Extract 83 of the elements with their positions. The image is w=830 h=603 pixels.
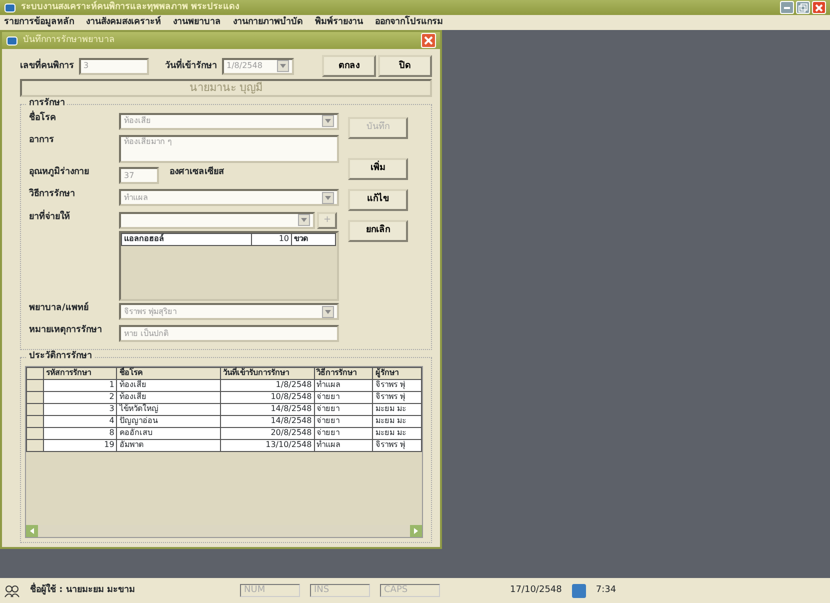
table-cell: มะยม มะ: [372, 415, 422, 427]
table-cell: จิราพร พุ่: [372, 379, 422, 391]
user-label: ชื่อผู้ใช้ : นายมะยม มะขาม: [30, 585, 230, 596]
table-cell: 10: [252, 233, 292, 246]
scroll-left-icon: [26, 525, 38, 537]
menu-item[interactable]: งานพยาบาล: [173, 17, 221, 28]
close-button[interactable]: [421, 33, 436, 48]
table-cell: 14/8/2548: [220, 403, 314, 415]
table-cell: 19: [43, 439, 117, 451]
menu-item[interactable]: ออกจากโปรแกรม: [375, 17, 443, 28]
form-icon: [6, 34, 18, 46]
patient-name: นายมานะ บุญมี: [20, 79, 432, 98]
table-cell: 10/8/2548: [220, 391, 314, 403]
column-header: วิธีการรักษา: [314, 367, 373, 379]
column-header: ชื่อโรค: [116, 367, 221, 379]
dialog-title: บันทึกการรักษาพยาบาล: [23, 35, 115, 46]
scroll-right-icon: [410, 525, 422, 537]
close-icon: [814, 2, 824, 12]
menu-item[interactable]: พิมพ์รายงาน: [315, 17, 363, 28]
table-cell: ปัญญาอ่อน: [116, 415, 221, 427]
field-label: อุณหภูมิร่างกาย: [29, 167, 90, 178]
table-cell: จ่ายยา: [314, 427, 373, 439]
table-cell: 1: [43, 379, 117, 391]
table-cell: มะยม มะ: [372, 403, 422, 415]
app-icon: [4, 2, 16, 14]
table-cell: 2: [43, 391, 117, 403]
minimize-icon: [784, 6, 790, 8]
menu-item[interactable]: รายการข้อมูลหลัก: [4, 17, 74, 28]
restore-icon: [798, 2, 808, 12]
action-button[interactable]: เพิ่ม: [348, 158, 408, 180]
table-cell: อัมพาต: [116, 439, 221, 451]
field-label: พยาบาล/แพทย์: [29, 303, 90, 314]
group-title: การรักษา: [27, 98, 67, 108]
key-indicator: INS: [310, 584, 370, 597]
key-indicator: CAPS: [380, 584, 440, 597]
table-cell: 14/8/2548: [220, 415, 314, 427]
table-cell: แอลกอฮอล์: [122, 233, 252, 246]
minimize-button[interactable]: [780, 1, 794, 14]
column-header: รหัสการรักษา: [43, 367, 117, 379]
action-button[interactable]: แก้ไข: [348, 188, 408, 210]
field-label: เลขที่คนพิการ: [20, 60, 74, 72]
table-cell: จ่ายยา: [314, 391, 373, 403]
field-label: วันที่เข้ารักษา: [165, 60, 217, 72]
table-cell: 4: [43, 415, 117, 427]
field-label: ชื่อโรค: [29, 112, 57, 123]
status-date: 17/10/2548: [510, 585, 562, 596]
table-cell: จ่ายยา: [314, 415, 373, 427]
users-icon: [4, 584, 20, 598]
column-header: วันที่เข้ารับการรักษา: [220, 367, 314, 379]
menu-item[interactable]: งานสังคมสงเคราะห์: [86, 17, 161, 28]
unit-label: องศาเซลเซียส: [170, 167, 225, 178]
action-button[interactable]: ยกเลิก: [348, 220, 408, 242]
menu-item[interactable]: งานกายภาพบำบัด: [233, 17, 303, 28]
dialog-button[interactable]: ปิด: [378, 55, 432, 77]
table-cell: ท้องเสีย: [116, 379, 221, 391]
table-cell: 3: [43, 403, 117, 415]
table-cell: มะยม มะ: [372, 427, 422, 439]
table-cell: ขวด: [292, 233, 336, 246]
table-cell: ทำแผล: [314, 379, 373, 391]
status-time: 7:34: [596, 585, 616, 596]
window-title: ระบบงานสงเคราะห์คนพิการและทุพพลภาพ พระประแดง: [21, 2, 240, 13]
field-label: อาการ: [29, 134, 55, 146]
dialog-button[interactable]: ตกลง: [322, 55, 376, 77]
column-header: ผู้รักษา: [372, 367, 422, 379]
key-indicator: NUM: [240, 584, 300, 597]
field-label: ยาที่จ่ายให้: [29, 212, 71, 222]
table-cell: 1/8/2548: [220, 379, 314, 391]
close-icon: [423, 35, 434, 46]
table-cell: คออักเสบ: [116, 427, 221, 439]
table-cell: ไข้หวัดใหญ่: [116, 403, 221, 415]
field-label: วิธีการรักษา: [29, 189, 76, 200]
table-cell: จิราพร พุ่: [372, 391, 422, 403]
maximize-button[interactable]: [796, 1, 810, 14]
table-cell: จิราพร พุ่: [372, 439, 422, 451]
table-cell: ทำแผล: [314, 439, 373, 451]
table-cell: 13/10/2548: [220, 439, 314, 451]
group-title: ประวัติการรักษา: [27, 350, 94, 361]
table-cell: จ่ายยา: [314, 403, 373, 415]
table-cell: 20/8/2548: [220, 427, 314, 439]
field-label: หมายเหตุการรักษา: [29, 325, 103, 336]
close-button[interactable]: [812, 1, 826, 14]
table-cell: ท้องเสีย: [116, 391, 221, 403]
table-cell: 8: [43, 427, 117, 439]
